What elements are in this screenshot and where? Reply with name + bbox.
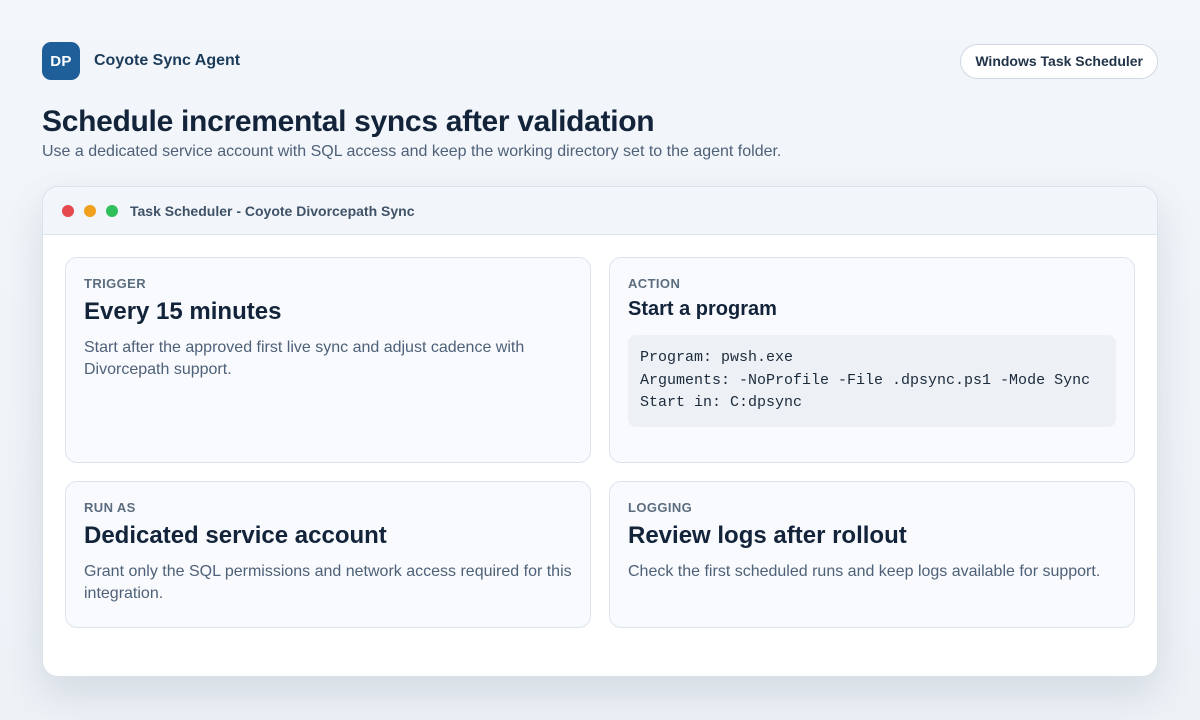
- action-title: Start a program: [628, 298, 777, 320]
- action-card: ACTION Start a program Program: pwsh.exe…: [609, 257, 1135, 463]
- logging-title: Review logs after rollout: [628, 522, 907, 549]
- window-titlebar: Task Scheduler - Coyote Divorcepath Sync: [43, 187, 1157, 235]
- windows-task-scheduler-pill[interactable]: Windows Task Scheduler: [960, 43, 1158, 79]
- logging-card: LOGGING Review logs after rollout Check …: [609, 481, 1135, 628]
- logging-description: Check the first scheduled runs and keep …: [628, 563, 1101, 580]
- trigger-label: TRIGGER: [84, 276, 147, 291]
- start-in-line: Start in: C:dpsync: [640, 394, 803, 411]
- run-as-description: Grant only the SQL permissions and netwo…: [84, 563, 572, 602]
- minimize-dot-icon[interactable]: [84, 204, 96, 217]
- run-as-label: RUN AS: [84, 500, 136, 515]
- trigger-title: Every 15 minutes: [84, 298, 282, 325]
- action-command-block: Program: pwsh.exe Arguments: -NoProfile -…: [628, 335, 1116, 427]
- trigger-description: Start after the approved first live sync…: [84, 339, 525, 378]
- hero: Schedule incremental syncs after validat…: [42, 104, 1158, 162]
- maximize-dot-icon[interactable]: [106, 204, 118, 217]
- app-name: Coyote Sync Agent: [94, 52, 241, 69]
- window-title: Task Scheduler - Coyote Divorcepath Sync: [130, 202, 415, 219]
- logging-label: LOGGING: [628, 500, 693, 515]
- task-scheduler-window: Task Scheduler - Coyote Divorcepath Sync…: [42, 186, 1158, 677]
- close-dot-icon[interactable]: [62, 204, 74, 217]
- top-bar: DP Coyote Sync Agent Windows Task Schedu…: [42, 42, 1158, 80]
- arguments-line: Arguments: -NoProfile -File .dpsync.ps1 …: [640, 371, 1091, 389]
- trigger-card: TRIGGER Every 15 minutes Start after the…: [65, 257, 591, 463]
- action-label: ACTION: [628, 276, 681, 291]
- page-title: Schedule incremental syncs after validat…: [42, 105, 655, 138]
- app-logo: DP: [42, 42, 80, 80]
- run-as-title: Dedicated service account: [84, 522, 387, 549]
- program-line: Program: pwsh.exe: [640, 349, 794, 366]
- brand: DP Coyote Sync Agent: [42, 42, 240, 80]
- run-as-card: RUN AS Dedicated service account Grant o…: [65, 481, 591, 628]
- page-subtitle: Use a dedicated service account with SQL…: [42, 143, 782, 160]
